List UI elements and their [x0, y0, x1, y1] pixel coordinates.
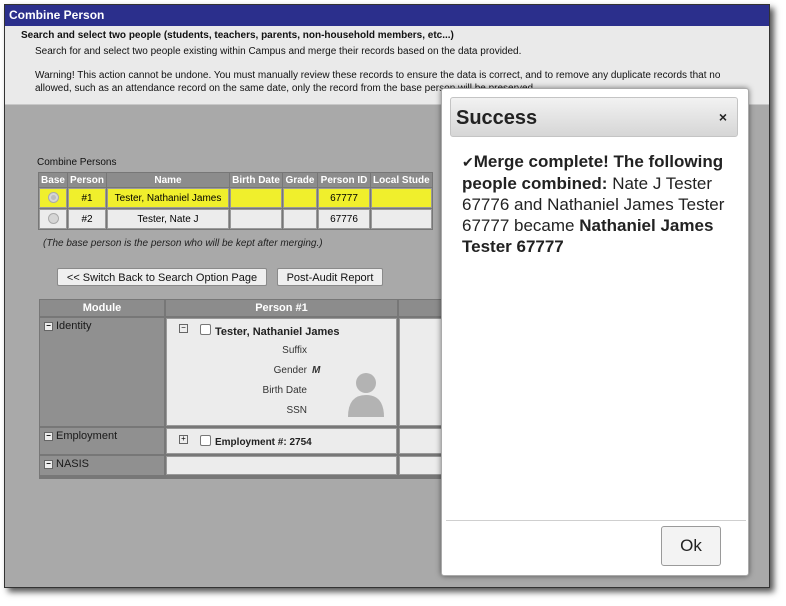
column-header: Base [39, 173, 67, 187]
module-employment[interactable]: − Employment [40, 428, 164, 454]
dialog-title: Success [456, 107, 538, 129]
dialog-message: ✔Merge complete! The following people co… [462, 151, 734, 257]
module-comparison-table: Module Person #1 − Identity − Tester, Nat… [39, 299, 459, 479]
table-row[interactable]: #1 Tester, Nathaniel James 67777 [39, 188, 432, 208]
module-nasis-label: NASIS [56, 458, 90, 470]
expand-icon[interactable]: + [179, 435, 188, 444]
warning-text: Warning! This action cannot be undone. Y… [35, 70, 721, 81]
collapse-icon[interactable]: − [44, 459, 53, 469]
base-radio-cell[interactable] [39, 188, 67, 208]
collapse-icon[interactable]: − [44, 321, 53, 331]
success-dialog: Success × ✔Merge complete! The following… [441, 88, 749, 576]
gender-label: Gender [273, 365, 307, 376]
column-header: Person [68, 173, 106, 187]
avatar-placeholder-icon [348, 373, 384, 417]
collapse-icon[interactable]: − [44, 431, 53, 441]
column-header: Person ID [318, 173, 370, 187]
person-number: #2 [68, 209, 106, 229]
gender-value: M [312, 365, 321, 376]
base-radio-cell[interactable] [39, 209, 67, 229]
collapse-icon[interactable]: − [179, 324, 188, 333]
birth-date-label: Birth Date [262, 385, 307, 396]
person-name: Tester, Nate J [107, 209, 229, 229]
birth-date [230, 188, 282, 208]
column-header: Grade [283, 173, 317, 187]
module-identity-label: Identity [56, 320, 92, 332]
employment-number: Employment #: 2754 [215, 437, 312, 448]
ssn-label: SSN [286, 405, 307, 416]
instructions-heading: Search and select two people (students, … [21, 30, 454, 41]
module-identity[interactable]: − Identity [40, 318, 164, 426]
module-employment-label: Employment [56, 430, 118, 442]
identity-person-name: Tester, Nathaniel James [215, 326, 340, 338]
column-header: Birth Date [230, 173, 282, 187]
local-student-id [371, 209, 432, 229]
grade [283, 209, 317, 229]
dialog-title-bar: Success × [450, 97, 738, 137]
person-number: #1 [68, 188, 106, 208]
post-audit-report-button[interactable]: Post-Audit Report [277, 268, 383, 286]
grade [283, 188, 317, 208]
dialog-divider [446, 520, 746, 521]
combine-persons-label: Combine Persons [37, 157, 117, 168]
instructions-description: Search for and select two people existin… [35, 46, 522, 57]
combine-persons-table: Base Person Name Birth Date Grade Person… [38, 172, 433, 230]
suffix-label: Suffix [282, 345, 307, 356]
person-id: 67776 [318, 209, 370, 229]
column-header: Name [107, 173, 229, 187]
local-student-id [371, 188, 432, 208]
person-id: 67777 [318, 188, 370, 208]
employment-checkbox[interactable] [200, 435, 211, 446]
identity-person1-cell: − Tester, Nathaniel James Suffix Gender … [166, 318, 397, 426]
base-radio[interactable] [47, 213, 59, 225]
close-icon[interactable]: × [719, 109, 727, 125]
identity-checkbox[interactable] [200, 324, 211, 335]
ok-button[interactable]: Ok [661, 526, 721, 566]
person1-column-header: Person #1 [166, 300, 397, 316]
table-row[interactable]: #2 Tester, Nate J 67776 [39, 209, 432, 229]
table-header: Base Person Name Birth Date Grade Person… [39, 173, 432, 187]
checkmark-icon: ✔ [462, 154, 474, 170]
person-name: Tester, Nathaniel James [107, 188, 229, 208]
column-header: Local Stude [371, 173, 432, 187]
base-radio[interactable] [47, 192, 59, 204]
base-person-note: (The base person is the person who will … [43, 238, 323, 249]
module-nasis[interactable]: − NASIS [40, 456, 164, 475]
birth-date [230, 209, 282, 229]
window-title: Combine Person [5, 5, 769, 26]
nasis-person1-cell [166, 456, 397, 475]
module-column-header: Module [40, 300, 164, 316]
switch-back-button[interactable]: << Switch Back to Search Option Page [57, 268, 267, 286]
employment-person1-cell: + Employment #: 2754 [166, 428, 397, 454]
